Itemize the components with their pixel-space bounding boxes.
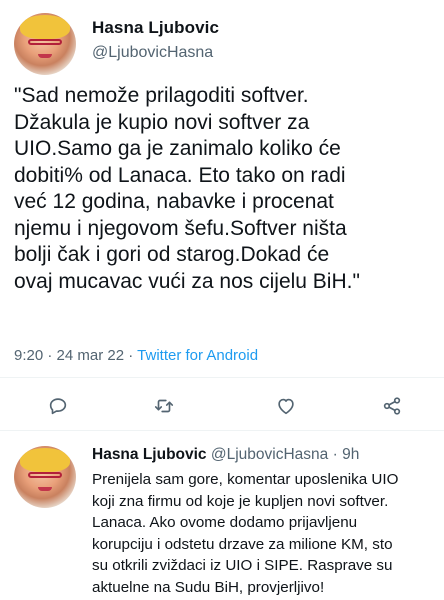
share-button[interactable] (376, 390, 408, 422)
divider (0, 430, 444, 431)
avatar-mouth (37, 486, 53, 491)
reply-author-name[interactable]: Hasna Ljubovic (92, 446, 207, 463)
tweet-source-link[interactable]: Twitter for Android (137, 347, 258, 364)
tweet-time[interactable]: 9:20 (14, 347, 43, 364)
reply-header: Hasna Ljubovic @LjubovicHasna · 9h (92, 446, 437, 464)
avatar-glasses (27, 39, 63, 46)
avatar-mouth (37, 53, 53, 58)
avatar-hair (20, 15, 70, 40)
retweet-button[interactable] (148, 390, 180, 422)
like-button[interactable] (270, 390, 302, 422)
avatar[interactable] (14, 13, 76, 75)
avatar-hair (20, 448, 70, 473)
reply-icon (49, 398, 67, 415)
retweet-icon (154, 399, 174, 413)
heart-icon (278, 398, 294, 415)
meta-separator: · (43, 347, 57, 364)
tweet-meta: 9:20 · 24 mar 22 · Twitter for Android (14, 347, 258, 364)
avatar[interactable] (14, 446, 76, 508)
reply-button[interactable] (42, 390, 74, 422)
divider (0, 377, 444, 378)
author-handle[interactable]: @LjubovicHasna (92, 44, 213, 62)
reply-text: Prenijela sam gore, komentar uposlenika … (92, 471, 399, 596)
share-icon (383, 397, 401, 415)
reply-age[interactable]: 9h (342, 446, 359, 463)
tweet-date[interactable]: 24 mar 22 (57, 347, 125, 364)
tweet-text: "Sad nemože prilagoditi softver. Džakula… (14, 84, 360, 293)
tweet-actions-bar (0, 390, 444, 422)
avatar-glasses (27, 472, 63, 479)
author-name[interactable]: Hasna Ljubovic (92, 18, 219, 38)
meta-separator: · (124, 347, 138, 364)
reply-dot: · (328, 446, 343, 463)
reply-author-handle[interactable]: @LjubovicHasna (211, 446, 328, 463)
